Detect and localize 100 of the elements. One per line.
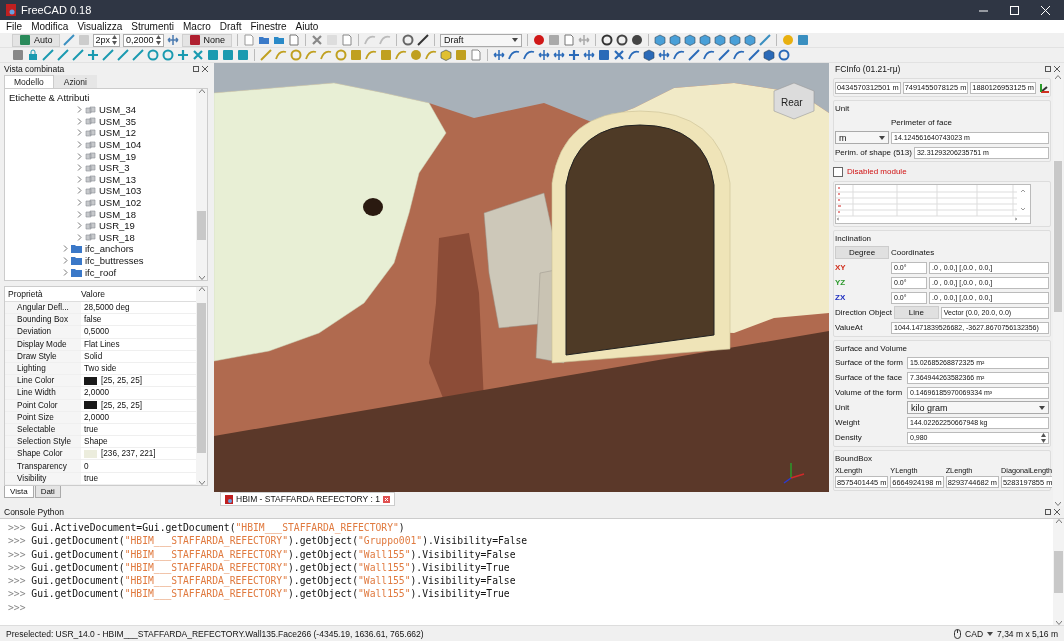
menu-item[interactable]: Finestre	[250, 20, 287, 33]
spin-arrows-icon[interactable]	[1041, 432, 1046, 443]
scrollbar[interactable]	[1053, 519, 1064, 625]
menu-item[interactable]: Macro	[183, 20, 211, 33]
checkbox[interactable]	[833, 166, 843, 177]
circle-icon[interactable]	[616, 34, 629, 46]
property-value[interactable]: 28,5000 deg	[84, 303, 130, 313]
arrows-icon[interactable]	[493, 49, 505, 61]
scroll-down-icon[interactable]	[1055, 621, 1062, 625]
property-value[interactable]: true	[84, 473, 99, 483]
tab[interactable]: Modello	[4, 75, 54, 88]
line-width-field[interactable]: 2px	[92, 33, 121, 47]
curve-icon[interactable]	[320, 49, 332, 61]
workbench-dropdown[interactable]: Draft	[440, 33, 523, 47]
tree-item[interactable]: USM_19	[99, 150, 136, 162]
cross-icon[interactable]	[311, 34, 324, 46]
degree-button[interactable]: Degree	[835, 246, 889, 259]
tab[interactable]: Dati	[34, 486, 61, 498]
square-icon[interactable]	[222, 49, 234, 61]
tree-item[interactable]: USM_103	[99, 185, 142, 197]
curve-icon[interactable]	[275, 49, 287, 61]
scroll-thumb[interactable]	[1054, 161, 1062, 313]
scrollbar[interactable]	[1053, 75, 1063, 506]
circle-icon[interactable]	[601, 34, 614, 46]
spin-arrows-icon[interactable]	[155, 35, 161, 45]
arrows-icon[interactable]	[166, 34, 179, 46]
color-swatch[interactable]	[84, 449, 97, 458]
color-swatch[interactable]	[84, 401, 97, 410]
curve-icon[interactable]	[305, 49, 317, 61]
tree-item[interactable]: USM_104	[99, 139, 142, 151]
unit-dropdown[interactable]: kilo gram	[907, 401, 1049, 414]
tree-item[interactable]: USR_3	[99, 162, 130, 174]
scroll-down-icon[interactable]	[1055, 502, 1061, 506]
scrollbar[interactable]	[196, 89, 207, 280]
tab[interactable]: Vista	[4, 486, 34, 498]
document-tab[interactable]: HBIM - STAFFARDA REFECTORY : 1	[220, 492, 395, 506]
close-icon[interactable]	[1054, 66, 1060, 72]
arrows-icon[interactable]	[553, 49, 565, 61]
navigation-style-menu[interactable]: CAD	[965, 628, 984, 639]
tree-item[interactable]: ifc_buttresses	[85, 255, 144, 266]
arrows-icon[interactable]	[538, 49, 550, 61]
scroll-down-icon[interactable]	[198, 481, 205, 485]
tree-item[interactable]: USM_35	[99, 115, 136, 127]
scroll-up-icon[interactable]	[1055, 75, 1061, 79]
curve-icon[interactable]	[395, 49, 407, 61]
property-value[interactable]: true	[84, 424, 99, 434]
line-icon[interactable]	[417, 34, 430, 46]
square-icon[interactable]	[598, 49, 610, 61]
scroll-up-icon[interactable]	[198, 287, 205, 291]
tree-item[interactable]: USM_34	[99, 104, 136, 116]
curve-icon[interactable]	[673, 49, 685, 61]
square-icon[interactable]	[19, 34, 31, 46]
curve-icon[interactable]	[703, 49, 715, 61]
dot-icon[interactable]	[533, 34, 546, 46]
line-icon[interactable]	[748, 49, 760, 61]
arrows-icon[interactable]	[658, 49, 670, 61]
property-value[interactable]: 0,5000	[84, 327, 110, 337]
circle-icon[interactable]	[778, 49, 790, 61]
navigation-cube[interactable]: Rear	[773, 82, 815, 120]
tree-item[interactable]: USM_12	[99, 127, 136, 139]
construction-mode-button[interactable]: Auto	[12, 33, 60, 47]
arrows-icon[interactable]	[583, 49, 595, 61]
dot-icon[interactable]	[631, 34, 644, 46]
close-icon[interactable]	[202, 66, 208, 72]
cross-icon[interactable]	[613, 49, 625, 61]
property-value[interactable]: [25, 25, 25]	[101, 376, 142, 386]
scroll-thumb[interactable]	[1054, 550, 1063, 594]
plus-icon[interactable]	[177, 49, 189, 61]
property-value[interactable]: 0	[84, 461, 89, 471]
float-icon[interactable]	[1045, 509, 1051, 515]
curve-icon[interactable]	[628, 49, 640, 61]
tree-item[interactable]: USM_102	[99, 197, 142, 209]
property-value[interactable]: 2,0000	[84, 412, 110, 422]
property-value[interactable]: Shape	[84, 437, 108, 447]
tree-item[interactable]: ifc_roof	[85, 266, 117, 278]
property-value[interactable]: Two side	[84, 364, 117, 374]
spin-arrows-icon[interactable]	[112, 35, 118, 45]
dot-icon[interactable]	[782, 34, 795, 46]
scroll-up-icon[interactable]	[198, 89, 205, 93]
property-value[interactable]: [25, 25, 25]	[101, 400, 142, 410]
line-button[interactable]: Line	[893, 306, 939, 319]
tree-item[interactable]: USR_18	[99, 231, 135, 243]
float-icon[interactable]	[193, 66, 199, 72]
scroll-down-icon[interactable]	[198, 276, 205, 280]
property-value[interactable]: Flat Lines	[84, 339, 120, 349]
dot-icon[interactable]	[410, 49, 422, 61]
menu-item[interactable]: Visualizza	[77, 20, 123, 33]
property-value[interactable]: 2,0000	[84, 388, 110, 398]
menu-item[interactable]: Aiuto	[295, 20, 319, 33]
tree-item[interactable]: USR_19	[99, 220, 135, 232]
curve-icon[interactable]	[523, 49, 535, 61]
square-icon[interactable]	[12, 49, 24, 61]
property-value[interactable]: Solid	[84, 351, 103, 361]
document-icon[interactable]	[470, 49, 482, 61]
plus-icon[interactable]	[87, 49, 99, 61]
maximize-icon[interactable]	[1010, 5, 1019, 15]
curve-icon[interactable]	[365, 49, 377, 61]
cross-icon[interactable]	[192, 49, 204, 61]
curve-icon[interactable]	[508, 49, 520, 61]
unit-dropdown[interactable]: m	[835, 131, 889, 144]
